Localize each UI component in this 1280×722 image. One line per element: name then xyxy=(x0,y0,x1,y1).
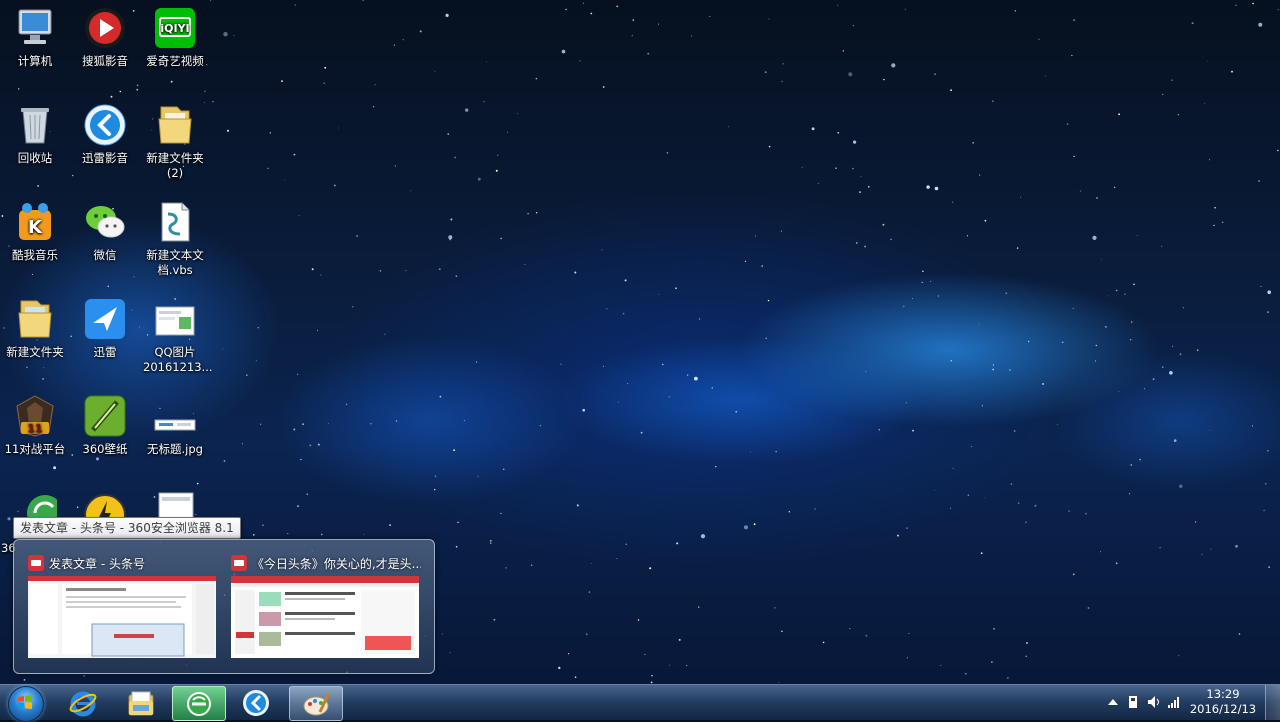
desktop-icon-label: 爱奇艺视频 xyxy=(146,54,204,68)
script-file-icon xyxy=(161,202,190,242)
taskbar-paint[interactable] xyxy=(289,686,343,721)
sohu-video-icon xyxy=(85,8,125,48)
show-desktop-button[interactable] xyxy=(1265,685,1280,720)
xunlei-player-icon xyxy=(243,690,269,716)
svg-text:K: K xyxy=(28,217,43,238)
taskbar-360-browser[interactable] xyxy=(172,686,226,721)
desktop-icon-label: 酷我音乐 xyxy=(12,248,58,262)
folder-explorer-icon xyxy=(128,691,154,716)
thumbnail-preview-image xyxy=(231,576,419,658)
taskbar-xunlei-player[interactable] xyxy=(230,686,282,719)
desktop-icon-xunlei[interactable]: 迅雷 xyxy=(73,297,137,360)
taskbar: 13:29 2016/12/13 xyxy=(0,684,1280,722)
image-file-icon xyxy=(154,419,196,431)
desktop-icon-label: 计算机 xyxy=(17,54,53,68)
360-browser-icon xyxy=(187,692,211,716)
xunlei-player-icon xyxy=(84,104,126,146)
usb-device-icon[interactable] xyxy=(1126,695,1140,709)
internet-explorer-icon xyxy=(69,691,97,717)
taskbar-tooltip: 发表文章 - 头条号 - 360安全浏览器 8.1 xyxy=(13,517,241,539)
taskbar-windows-explorer[interactable] xyxy=(115,686,167,719)
folder-icon xyxy=(18,300,52,338)
desktop-icon-kuwo-music[interactable]: K 酷我音乐 xyxy=(3,200,67,263)
desktop-icon-vbs-file[interactable]: 新建文本文 档.vbs xyxy=(143,200,207,278)
xunlei-icon xyxy=(85,299,125,339)
thumbnail-window-1[interactable]: 发表文章 - 头条号 xyxy=(28,552,218,658)
desktop-icon-untitled-jpg[interactable]: 无标题.jpg xyxy=(143,394,207,457)
show-hidden-icons-icon[interactable] xyxy=(1106,695,1120,709)
taskbar-thumbnail-popup: 发表文章 - 头条号 《今日头条》你关心的,才是头... xyxy=(13,539,435,674)
desktop-icon-11-platform[interactable]: 11 11对战平台 xyxy=(3,394,67,457)
image-file-icon xyxy=(155,306,195,336)
toutiao-app-icon xyxy=(28,555,44,571)
kuwo-music-icon: K xyxy=(19,203,51,240)
desktop-icon-wechat[interactable]: 微信 xyxy=(73,200,137,263)
desktop-icon-computer[interactable]: 计算机 xyxy=(3,6,67,69)
desktop-icon-label: 无标题.jpg xyxy=(147,442,203,456)
desktop-icon-iqiyi[interactable]: iQIYI 爱奇艺视频 xyxy=(143,6,207,69)
iqiyi-icon: iQIYI xyxy=(155,8,195,48)
start-button[interactable] xyxy=(6,685,44,722)
paint-icon xyxy=(303,692,330,716)
webpage-preview-icon xyxy=(28,576,216,658)
desktop-icon-label: 新建文本文 档.vbs xyxy=(146,248,204,277)
desktop-icon-360-wallpaper[interactable]: 360壁纸 xyxy=(73,394,137,457)
desktop-icon-xunlei-player[interactable]: 迅雷影音 xyxy=(73,103,137,166)
clock-date: 2016/12/13 xyxy=(1189,702,1257,716)
360-wallpaper-icon xyxy=(84,395,126,437)
wechat-icon xyxy=(86,206,125,238)
volume-icon[interactable] xyxy=(1147,695,1161,709)
webpage-preview-icon xyxy=(231,576,419,658)
thumbnail-title: 发表文章 - 头条号 xyxy=(49,556,145,571)
desktop-icon-label: 迅雷影音 xyxy=(82,151,128,165)
desktop-icon-label: QQ图片 20161213... xyxy=(143,345,213,374)
computer-icon xyxy=(18,9,52,44)
toutiao-app-icon xyxy=(231,555,247,571)
svg-text:11: 11 xyxy=(27,422,42,435)
11-platform-icon: 11 xyxy=(16,395,54,437)
desktop-icon-recycle-bin[interactable]: 回收站 xyxy=(3,103,67,166)
desktop-icon-label: 回收站 xyxy=(17,151,53,165)
taskbar-clock[interactable]: 13:29 2016/12/13 xyxy=(1188,687,1258,717)
network-signal-icon[interactable] xyxy=(1167,695,1181,709)
thumbnail-title: 《今日头条》你关心的,才是头... xyxy=(251,556,421,571)
recycle-bin-icon xyxy=(21,108,49,144)
folder-icon xyxy=(158,106,192,144)
system-tray: 13:29 2016/12/13 xyxy=(1100,685,1280,720)
windows-logo-icon xyxy=(18,695,32,709)
desktop-icon-label: 微信 xyxy=(93,248,117,262)
desktop-icon-label: 11对战平台 xyxy=(4,442,66,456)
desktop-icon-qq-image[interactable]: QQ图片 20161213... xyxy=(143,297,213,375)
svg-text:iQIYI: iQIYI xyxy=(160,22,189,35)
desktop-icon-new-folder[interactable]: 新建文件夹 xyxy=(3,297,67,360)
desktop-icon-new-folder-2[interactable]: 新建文件夹 (2) xyxy=(143,103,207,181)
desktop-icon-label: 新建文件夹 xyxy=(6,345,64,359)
clock-time: 13:29 xyxy=(1206,687,1240,701)
thumbnail-window-2[interactable]: 《今日头条》你关心的,才是头... xyxy=(231,552,421,658)
thumbnail-preview-image xyxy=(28,576,216,658)
taskbar-internet-explorer[interactable] xyxy=(57,686,109,719)
desktop-icon-label: 新建文件夹 (2) xyxy=(146,151,204,180)
desktop-icon-label: 迅雷 xyxy=(93,345,117,359)
desktop-icon-label: 搜狐影音 xyxy=(82,54,128,68)
desktop-icon-label: 360壁纸 xyxy=(82,442,128,456)
desktop-icon-sohu-video[interactable]: 搜狐影音 xyxy=(73,6,137,69)
